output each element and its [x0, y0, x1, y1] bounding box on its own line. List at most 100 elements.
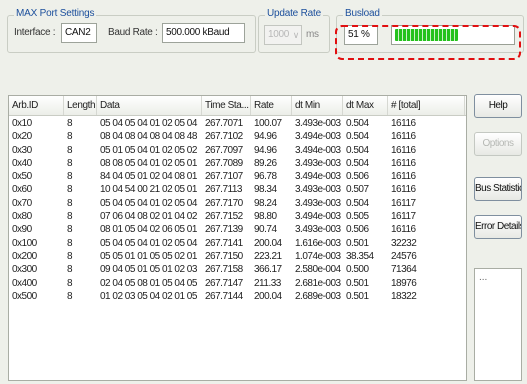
table-row[interactable]: 0x500 8 01 02 03 05 04 02 01 05 267.7144 200…	[9, 290, 466, 303]
table-cell-rate: 98.24	[254, 197, 277, 209]
table-cell-length: 8	[67, 131, 73, 143]
table-cell-arb-id: 0x70	[12, 197, 32, 209]
table-cell-total: 18322	[391, 290, 417, 302]
table-cell-total: 16117	[391, 211, 416, 223]
table-cell-arb-id: 0x400	[12, 277, 37, 289]
table-cell-arb-id: 0x20	[12, 131, 32, 143]
table-cell-dt-max: 0.501	[346, 290, 369, 302]
options-button[interactable]: Options	[474, 132, 522, 156]
table-cell-dt-max: 0.501	[346, 277, 369, 289]
table-cell-data: 05 01 05 04 01 02 05 02	[100, 144, 197, 156]
table-cell-rate: 223.21	[254, 250, 282, 262]
table-cell-dt-max: 38.354	[346, 250, 374, 262]
table-cell-total: 16116	[391, 118, 416, 129]
table-cell-data: 08 08 05 04 01 02 05 01	[100, 157, 197, 169]
table-cell-dt-min: 3.494e-003	[295, 171, 341, 183]
table-header-col-rate[interactable]: Rate	[251, 96, 292, 115]
table-cell-dt-max: 0.504	[346, 131, 369, 143]
interface-label: Interface :	[14, 27, 56, 38]
table-header-col-length[interactable]: Length	[64, 96, 97, 115]
table-cell-arb-id: 0x500	[12, 290, 37, 302]
table-cell-time-stamp: 267.7107	[205, 171, 243, 183]
table-cell-data: 05 04 05 04 01 02 05 04	[100, 197, 197, 209]
table-cell-length: 8	[67, 264, 73, 276]
table-row[interactable]: 0x60 8 10 04 54 00 21 02 05 01 267.7113 98.3…	[9, 183, 466, 196]
table-header-col-time-stamp[interactable]: Time Sta...	[202, 96, 251, 115]
table-row[interactable]: 0x70 8 05 04 05 04 01 02 05 04 267.7170 98.2…	[9, 197, 466, 210]
baud-rate-label: Baud Rate :	[108, 27, 158, 38]
table-cell-dt-min: 1.616e-003	[295, 237, 341, 249]
table-cell-total: 16117	[391, 197, 416, 209]
update-rate-select[interactable]: 1000 ∨	[264, 25, 302, 45]
table-cell-data: 09 04 05 01 05 01 02 03	[100, 264, 197, 276]
table-cell-length: 8	[67, 211, 73, 223]
table-cell-arb-id: 0x200	[12, 250, 37, 262]
details-panel: ...	[474, 268, 522, 381]
table-cell-rate: 211.33	[254, 277, 281, 289]
table-cell-total: 71364	[391, 264, 417, 276]
table-header-col-total[interactable]: # [total]	[388, 96, 465, 115]
table-cell-time-stamp: 267.7147	[205, 277, 243, 289]
table-cell-data: 05 04 05 04 01 02 05 04	[100, 118, 197, 129]
baud-rate-field[interactable]: 500.000 kBaud	[162, 23, 245, 43]
update-rate-title: Update Rate	[265, 8, 323, 19]
table-cell-arb-id: 0x40	[12, 157, 32, 169]
table-cell-dt-min: 3.493e-003	[295, 157, 341, 169]
table-cell-total: 16116	[391, 224, 416, 236]
table-cell-dt-min: 1.074e-003	[295, 250, 341, 262]
update-rate-group: Update Rate 1000 ∨ ms	[258, 8, 330, 53]
table-row[interactable]: 0x200 8 05 05 01 01 05 05 02 01 267.7150 223…	[9, 250, 466, 263]
chevron-down-icon: ∨	[292, 30, 300, 40]
table-cell-arb-id: 0x90	[12, 224, 32, 236]
table-row[interactable]: 0x400 8 02 04 05 08 01 05 04 05 267.7147 211…	[9, 277, 466, 290]
table-cell-dt-max: 0.504	[346, 144, 369, 156]
table-cell-data: 01 02 03 05 04 02 01 05	[100, 290, 197, 302]
table-header-col-data[interactable]: Data	[97, 96, 202, 115]
table-cell-dt-min: 3.493e-003	[295, 197, 341, 209]
table-row[interactable]: 0x90 8 08 01 05 04 02 06 05 01 267.7139 90.7…	[9, 223, 466, 236]
table-cell-time-stamp: 267.7158	[205, 264, 243, 276]
table-header-col-dt-max[interactable]: dt Max	[343, 96, 388, 115]
table-cell-rate: 100.07	[254, 118, 282, 129]
interface-field[interactable]: CAN2	[61, 23, 97, 43]
table-row[interactable]: 0x50 8 84 04 05 01 02 04 08 01 267.7107 96.7…	[9, 170, 466, 183]
table-cell-total: 18976	[391, 277, 417, 289]
table-cell-rate: 366.17	[254, 264, 282, 276]
table-cell-dt-max: 0.500	[346, 264, 369, 276]
table-cell-time-stamp: 267.7139	[205, 224, 243, 236]
table-row[interactable]: 0x300 8 09 04 05 01 05 01 02 03 267.7158 366…	[9, 263, 466, 276]
bus-statistics-button[interactable]: Bus Statistics	[474, 177, 522, 201]
table-cell-dt-max: 0.507	[346, 184, 369, 196]
table-cell-arb-id: 0x300	[12, 264, 37, 276]
table-cell-dt-min: 3.494e-003	[295, 131, 341, 143]
table-header-col-dt-min[interactable]: dt Min	[292, 96, 343, 115]
table-row[interactable]: 0x80 8 07 06 04 08 02 01 04 02 267.7152 98.8…	[9, 210, 466, 223]
table-cell-length: 8	[67, 144, 73, 156]
table-cell-total: 32232	[391, 237, 417, 249]
table-header-col-arb-id[interactable]: Arb.ID	[9, 96, 64, 115]
table-cell-dt-max: 0.506	[346, 171, 369, 183]
table-cell-rate: 90.74	[254, 224, 277, 236]
table-cell-data: 08 04 08 04 08 04 08 48	[100, 131, 197, 143]
table-row[interactable]: 0x10 8 05 04 05 04 01 02 05 04 267.7071 100.…	[9, 117, 466, 130]
table-row[interactable]: 0x20 8 08 04 08 04 08 04 08 48 267.7102 94.9…	[9, 130, 466, 143]
error-details-button[interactable]: Error Details	[474, 215, 522, 239]
update-rate-unit: ms	[306, 29, 319, 40]
table-row[interactable]: 0x30 8 05 01 05 04 01 02 05 02 267.7097 94.9…	[9, 144, 466, 157]
table-cell-dt-min: 3.493e-003	[295, 224, 341, 236]
table-row[interactable]: 0x100 8 05 04 05 04 01 02 05 04 267.7141 200…	[9, 237, 466, 250]
table-cell-dt-max: 0.505	[346, 211, 369, 223]
table-row[interactable]: 0x40 8 08 08 05 04 01 02 05 01 267.7089 89.2…	[9, 157, 466, 170]
table-header: Arb.ID Length Data Time Sta... Rate dt Min dt …	[9, 96, 466, 116]
table-cell-total: 16116	[391, 157, 416, 169]
table-cell-data: 84 04 05 01 02 04 08 01	[100, 171, 197, 183]
table-cell-arb-id: 0x80	[12, 211, 32, 223]
table-cell-total: 16116	[391, 184, 416, 196]
table-cell-rate: 200.04	[254, 290, 282, 302]
table-cell-time-stamp: 267.7113	[205, 184, 242, 196]
table-cell-total: 24576	[391, 250, 417, 262]
table-cell-time-stamp: 267.7097	[205, 144, 243, 156]
help-button[interactable]: Help	[474, 94, 522, 118]
table-cell-length: 8	[67, 197, 73, 209]
table-cell-dt-max: 0.501	[346, 237, 369, 249]
